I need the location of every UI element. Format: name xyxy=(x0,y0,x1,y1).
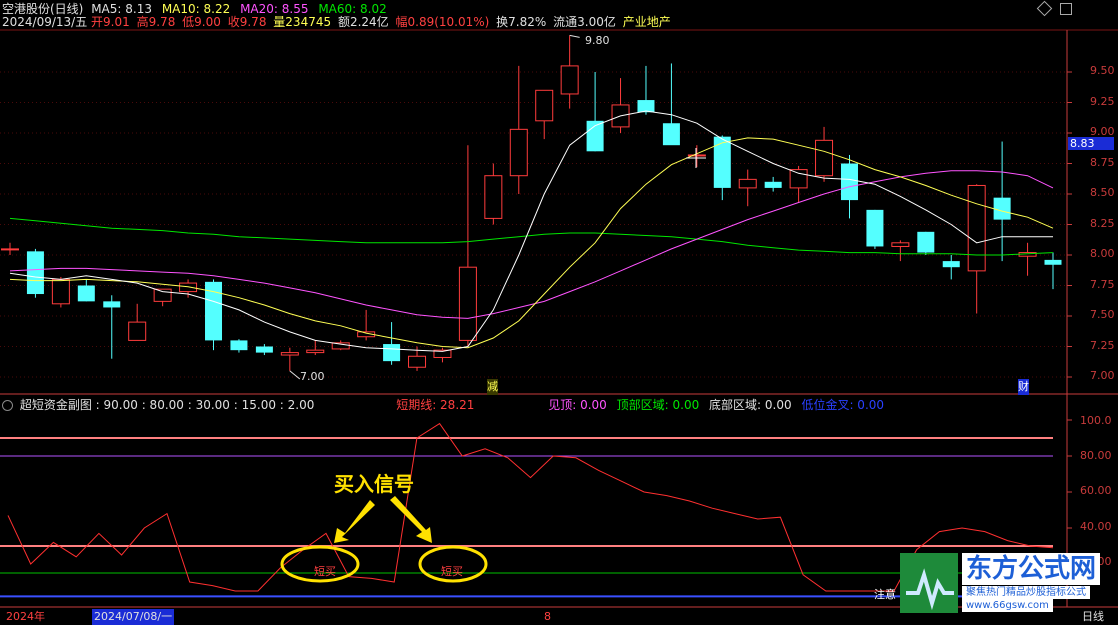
quote-close: 收9.78 xyxy=(227,15,267,29)
min-pointer xyxy=(289,370,301,380)
quote-float: 流通3.00亿 xyxy=(553,15,616,29)
short-term-line xyxy=(7,422,1054,592)
price-tick-label: 8.00 xyxy=(1090,247,1115,260)
top-signal-value: 见顶: 0.00 xyxy=(548,398,607,412)
sub-chart-params: : 90.00 : 80.00 : 30.00 : 15.00 : 2.00 xyxy=(95,398,315,412)
candle-body xyxy=(789,169,808,189)
bottom-period[interactable]: 日线 xyxy=(1082,609,1104,625)
quote-volume: 量234745 xyxy=(273,15,332,29)
candle-body xyxy=(26,251,44,295)
candle-body xyxy=(815,139,834,177)
buy-signal-label-2: 短买 xyxy=(441,565,463,578)
quote-open: 开9.01 xyxy=(91,15,130,29)
sub-chart-header: 超短资金副图 : 90.00 : 80.00 : 30.00 : 15.00 :… xyxy=(2,396,884,414)
site-logo-mark xyxy=(906,568,954,611)
candle-body xyxy=(535,89,554,122)
quote-date: 2024/09/13/五 xyxy=(2,15,88,29)
sub-chart-toggle-icon[interactable] xyxy=(2,400,13,411)
current-price-badge: 8.83 xyxy=(1068,137,1114,150)
annotation-arrow-right xyxy=(390,496,432,543)
price-tick-label: 7.00 xyxy=(1090,369,1115,382)
price-tick-label: 9.50 xyxy=(1090,64,1115,77)
quote-low: 低9.00 xyxy=(182,15,221,29)
sub-ytick-60: 60.00 xyxy=(1080,484,1112,497)
candle-body xyxy=(993,197,1011,220)
site-logo: 东方公式网 聚焦热门精品炒股指标公式 www.66gsw.com xyxy=(900,553,1118,613)
bottom-date-range[interactable]: 2024/07/08/一 xyxy=(92,609,175,625)
candle-body xyxy=(764,181,782,188)
quote-turnover: 换7.82% xyxy=(496,15,547,29)
candle-body xyxy=(1044,259,1062,265)
candle-body xyxy=(942,261,960,268)
price-tick-label: 8.50 xyxy=(1090,186,1115,199)
quote-high: 高9.78 xyxy=(136,15,176,29)
low-golden-value: 低位金叉: 0.00 xyxy=(801,398,885,412)
candle-body xyxy=(230,340,248,351)
sub-ytick-100: 100.0 xyxy=(1080,414,1112,427)
site-logo-icon xyxy=(900,553,958,613)
price-tick-label: 8.75 xyxy=(1090,155,1115,169)
stock-chart-window: 空港股份(日线) MA5: 8.13 MA10: 8.22 MA20: 8.55… xyxy=(0,0,1118,625)
candle-body xyxy=(255,346,273,353)
buy-signal-label-1: 短买 xyxy=(314,565,336,578)
top-zone-value: 顶部区域: 0.00 xyxy=(616,398,700,412)
candle-body xyxy=(713,136,731,188)
short-line-value: 短期线: 28.21 xyxy=(396,398,475,412)
candle-body xyxy=(840,163,858,201)
candle-body xyxy=(153,288,172,302)
candle-body xyxy=(103,301,121,308)
candle-body xyxy=(383,344,401,362)
site-logo-slogan: 聚焦热门精品炒股指标公式 xyxy=(962,586,1090,599)
sub-ytick-40: 40.00 xyxy=(1080,520,1112,533)
price-tick-label: 8.25 xyxy=(1090,216,1115,230)
sub-ytick-80: 80.00 xyxy=(1080,449,1112,462)
candle-body xyxy=(128,321,147,341)
candle-body xyxy=(509,128,528,177)
site-logo-brand: 东方公式网 xyxy=(962,553,1101,585)
candle-body xyxy=(306,349,325,354)
site-logo-url: www.66gsw.com xyxy=(962,599,1053,612)
candle-body xyxy=(280,352,299,356)
quote-amount: 额2.24亿 xyxy=(337,15,389,29)
candle-body xyxy=(967,184,986,272)
sub-chart-title[interactable]: 超短资金副图 xyxy=(20,398,92,412)
candle-body xyxy=(917,231,935,253)
price-tick-label: 7.50 xyxy=(1090,308,1115,321)
price-tick-label: 7.75 xyxy=(1090,277,1115,291)
max-pointer xyxy=(569,34,580,38)
candle-body xyxy=(51,278,70,305)
quote-sector[interactable]: 产业地产 xyxy=(623,15,671,29)
quote-change: 幅0.89(10.01%) xyxy=(395,15,490,29)
candle-body xyxy=(866,209,884,247)
candle-body xyxy=(738,178,757,189)
max-price-label: 9.80 xyxy=(585,34,610,47)
candle-body xyxy=(179,282,198,293)
reduce-marker[interactable]: 减 xyxy=(487,379,498,395)
candle-body xyxy=(408,355,427,368)
candle-body xyxy=(560,65,579,95)
bottom-year: 2024年 xyxy=(6,610,45,623)
chart-canvas xyxy=(0,29,1118,608)
candle-body xyxy=(77,285,95,302)
annotation-arrow-left xyxy=(334,500,375,543)
candle-body xyxy=(1,248,19,251)
candle-body xyxy=(891,242,910,247)
bottom-zone-value: 底部区域: 0.00 xyxy=(709,398,792,412)
finance-marker[interactable]: 财 xyxy=(1018,379,1029,395)
candle-body xyxy=(458,266,477,341)
candle-body xyxy=(662,123,680,146)
header-quote-line: 2024/09/13/五 开9.01 高9.78 低9.00 收9.78 量23… xyxy=(2,13,671,31)
candle-body xyxy=(637,100,655,113)
price-tick-label: 7.25 xyxy=(1090,338,1115,352)
bottom-marker: 8 xyxy=(544,610,551,623)
window-control-square-icon[interactable] xyxy=(1060,3,1072,15)
min-price-label: 7.00 xyxy=(300,370,325,383)
price-tick-label: 9.00 xyxy=(1090,125,1115,138)
attention-label: 注意 xyxy=(874,588,896,601)
buy-signal-annotation: 买入信号 xyxy=(334,472,414,496)
candle-body xyxy=(484,175,503,219)
price-tick-label: 9.25 xyxy=(1090,94,1115,108)
